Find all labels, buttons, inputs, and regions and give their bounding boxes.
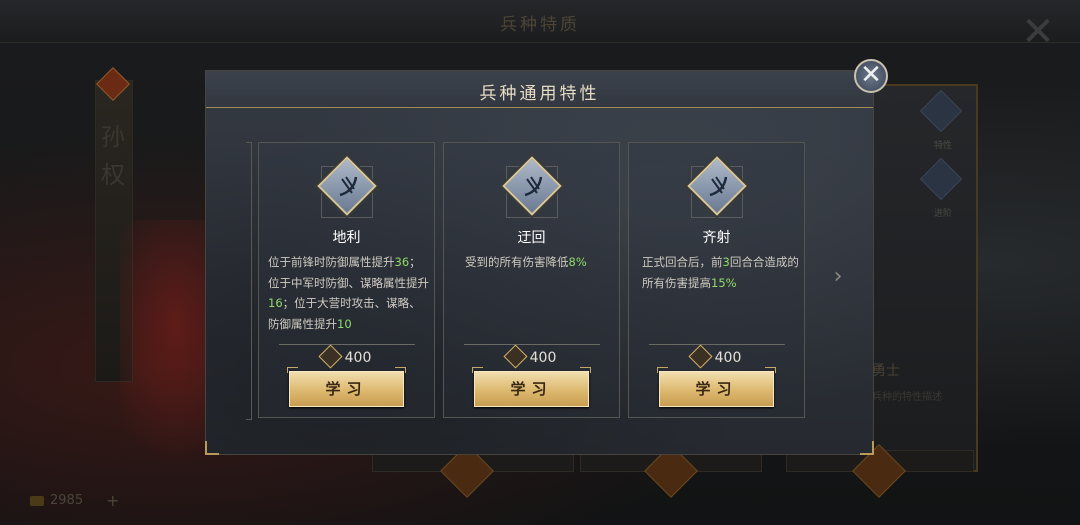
currency-token-icon (318, 344, 343, 369)
background-screen-title: 兵种特质 (500, 15, 580, 35)
currency-token-icon (503, 344, 528, 369)
trait-name: 迂回 (517, 230, 546, 246)
trait-cost: 400 (259, 344, 434, 369)
desc-value: 10 (337, 316, 352, 331)
background-right-panel: 特性 进阶 (872, 84, 978, 472)
trait-card: 地利 位于前锋时防御属性提升36；位于中军时防御、谋略属性提升16；位于大营时攻… (258, 142, 435, 418)
trait-card: 迂回 受到的所有伤害降低8% 400 学习 (443, 142, 620, 418)
trait-card: 齐射 正式回合后，前3回合合造成的所有伤害提高15% 400 学习 (628, 142, 805, 418)
desc-text: 位于前锋时防御属性提升 (268, 255, 395, 269)
desc-text: 正式回合后，前 (642, 255, 723, 269)
modal-title: 兵种通用特性 (479, 84, 600, 104)
desc-value: 8% (568, 255, 587, 269)
trait-description: 位于前锋时防御属性提升36；位于中军时防御、谋略属性提升16；位于大营时攻击、谋… (268, 252, 430, 334)
desc-value: 16 (268, 296, 283, 310)
background-right-title: 勇士 (872, 363, 900, 379)
add-coins-button: + (106, 491, 120, 510)
desc-value: 36 (394, 255, 410, 269)
trait-name: 地利 (332, 230, 361, 246)
trait-name: 齐射 (702, 230, 731, 246)
desc-text: 受到的所有伤害降低 (465, 255, 569, 269)
trait-cost: 400 (444, 344, 619, 369)
divider (649, 344, 785, 345)
background-close-icon: ✕ (1021, 9, 1055, 55)
previous-card-edge (246, 142, 252, 420)
modal-corner-ornament (860, 441, 874, 455)
coin-amount: 2985 (50, 493, 84, 508)
trait-cost: 400 (629, 344, 804, 369)
currency-token-icon (688, 344, 713, 369)
learn-button[interactable]: 学习 (657, 367, 776, 407)
background-trait-icon (919, 89, 963, 133)
background-right-subtitle: 兵种的特性描述 (872, 392, 942, 403)
trait-description: 正式回合后，前3回合合造成的所有伤害提高15% (642, 252, 800, 293)
modal-corner-ornament (205, 441, 219, 455)
divider (464, 344, 600, 345)
cost-value: 400 (344, 350, 372, 366)
background-advance-icon (919, 157, 963, 201)
close-button[interactable]: ✕ (854, 59, 888, 93)
cost-value: 400 (714, 350, 742, 366)
desc-value: 3 (722, 255, 730, 269)
divider (279, 344, 415, 345)
cost-value: 400 (529, 350, 557, 366)
learn-button[interactable]: 学习 (472, 367, 591, 407)
next-page-arrow-icon[interactable]: › (831, 263, 845, 291)
background-trait-label: 特性 (934, 141, 953, 151)
learn-button[interactable]: 学习 (287, 367, 406, 407)
background-coin-counter: 2985 (30, 493, 83, 508)
hero-name: 孙权 (101, 123, 125, 189)
background-advance-label: 进阶 (934, 209, 953, 219)
desc-value: 15% (711, 275, 737, 290)
coin-icon (30, 495, 44, 506)
trait-description: 受到的所有伤害降低8% (465, 252, 615, 273)
